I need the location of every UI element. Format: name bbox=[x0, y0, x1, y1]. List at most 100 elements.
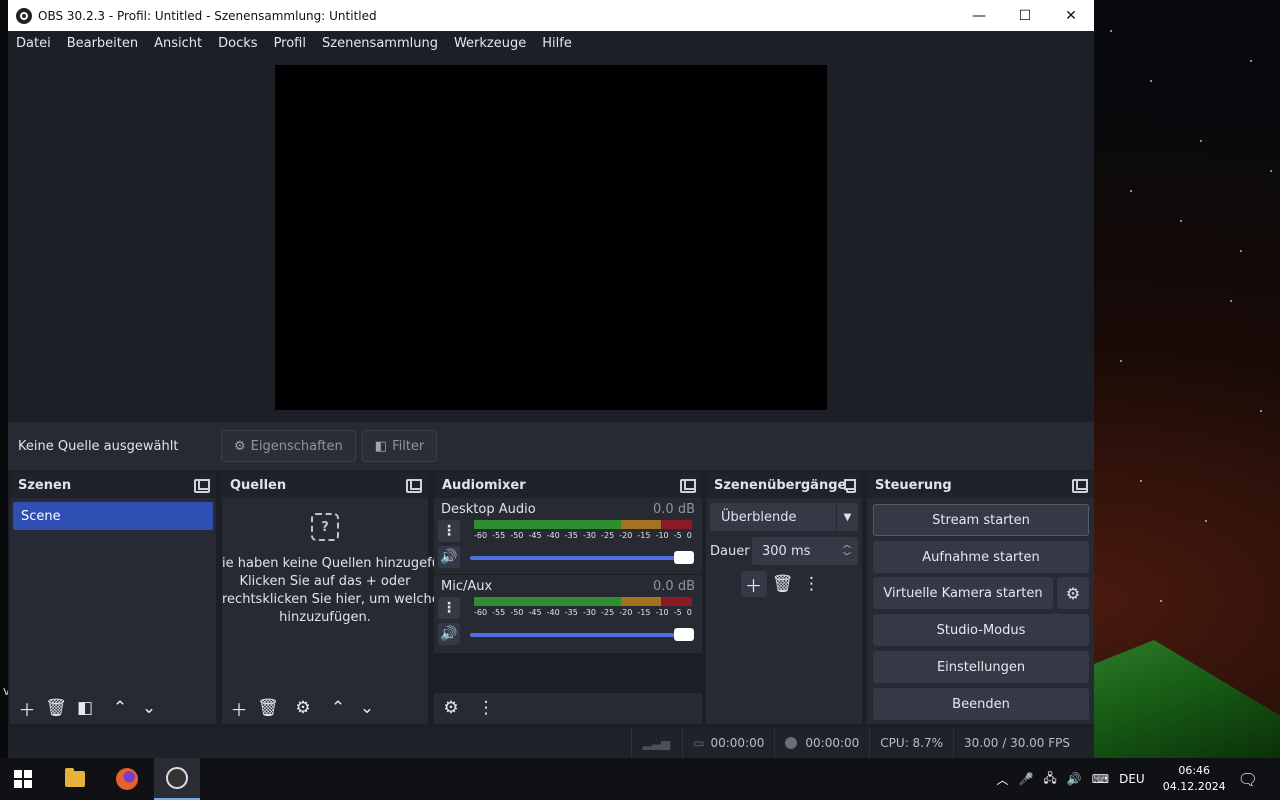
controls-dock: Steuerung Stream starten Aufnahme starte… bbox=[867, 473, 1094, 724]
scenes-header: Szenen bbox=[10, 473, 216, 498]
menu-profil[interactable]: Profil bbox=[274, 36, 306, 51]
minimize-button[interactable]: — bbox=[956, 0, 1002, 31]
scenes-title: Szenen bbox=[18, 478, 72, 493]
menu-datei[interactable]: Datei bbox=[16, 36, 51, 51]
maximize-button[interactable]: ☐ bbox=[1002, 0, 1048, 31]
cpu-usage: CPU: 8.7% bbox=[869, 728, 953, 758]
menu-ansicht[interactable]: Ansicht bbox=[154, 36, 202, 51]
start-virtual-camera-button[interactable]: Virtuelle Kamera starten bbox=[873, 577, 1053, 609]
undock-icon[interactable] bbox=[1072, 478, 1088, 493]
keyboard-icon[interactable]: ⌨ bbox=[1092, 772, 1109, 786]
move-down-button[interactable]: ⌄ bbox=[354, 695, 380, 721]
taskbar-explorer[interactable] bbox=[52, 758, 98, 800]
fps-display: 30.00 / 30.00 FPS bbox=[953, 728, 1080, 758]
start-recording-button[interactable]: Aufnahme starten bbox=[873, 541, 1089, 573]
filter-icon: ◧ bbox=[374, 438, 388, 454]
duration-label: Dauer bbox=[710, 543, 750, 559]
desktop-star bbox=[1200, 140, 1202, 142]
desktop-star bbox=[1250, 60, 1252, 62]
taskbar-firefox[interactable] bbox=[104, 758, 150, 800]
menu-szenensammlung[interactable]: Szenensammlung bbox=[322, 36, 438, 51]
advanced-audio-button[interactable]: ⚙ bbox=[438, 695, 464, 721]
scene-name: Scene bbox=[21, 508, 61, 524]
slider-handle[interactable] bbox=[674, 551, 694, 564]
speaker-icon[interactable]: 🔊 bbox=[438, 623, 460, 645]
duration-spinbox[interactable]: 300 ms ︿ ﹀ bbox=[752, 537, 858, 565]
channel-menu-button[interactable]: ⋮ bbox=[438, 597, 460, 619]
close-button[interactable]: ✕ bbox=[1048, 0, 1094, 31]
start-stream-button[interactable]: Stream starten bbox=[873, 504, 1089, 536]
channel-menu-button[interactable]: ⋮ bbox=[438, 520, 460, 542]
microphone-icon[interactable]: 🎤 bbox=[1018, 772, 1033, 786]
stream-icon: ▭ bbox=[693, 736, 705, 750]
volume-slider[interactable] bbox=[470, 628, 694, 641]
taskbar-obs[interactable] bbox=[154, 758, 200, 800]
channel-name: Mic/Aux bbox=[441, 579, 493, 594]
empty-sources-hint[interactable]: ? ie haben keine Quellen hinzugefüg Klic… bbox=[222, 513, 448, 627]
transitions-title: Szenenübergänge bbox=[714, 478, 847, 493]
hint-line-4: hinzuzufügen. bbox=[279, 610, 371, 625]
gear-icon: ⚙ bbox=[234, 438, 246, 454]
filters-button[interactable]: ◧ Filter bbox=[361, 430, 438, 462]
menu-docks[interactable]: Docks bbox=[218, 36, 257, 51]
speaker-icon[interactable]: 🔊 bbox=[438, 546, 460, 568]
menu-hilfe[interactable]: Hilfe bbox=[542, 36, 572, 51]
start-button[interactable] bbox=[0, 758, 46, 800]
menu-bar: Datei Bearbeiten Ansicht Docks Profil Sz… bbox=[8, 31, 1094, 55]
sources-title: Quellen bbox=[230, 478, 287, 493]
add-scene-button[interactable]: ＋ bbox=[14, 695, 40, 721]
menu-werkzeuge[interactable]: Werkzeuge bbox=[454, 36, 526, 51]
settings-button[interactable]: Einstellungen bbox=[873, 651, 1089, 683]
virtual-camera-settings-gear-icon[interactable]: ⚙ bbox=[1057, 577, 1089, 609]
obs-window: OBS 30.2.3 - Profil: Untitled - Szenensa… bbox=[8, 0, 1094, 758]
tray-chevron-up-icon[interactable]: ︿ bbox=[996, 771, 1008, 788]
obs-icon bbox=[166, 767, 188, 789]
desktop-star bbox=[1150, 80, 1152, 82]
spin-arrows-icon[interactable]: ︿ ﹀ bbox=[836, 539, 858, 563]
volume-icon[interactable]: 🔊 bbox=[1067, 772, 1082, 786]
audio-mixer-dock: Audiomixer Desktop Audio 0.0 dB ⋮ 🔊 -60-… bbox=[434, 473, 702, 724]
clock[interactable]: 06:46 04.12.2024 bbox=[1163, 763, 1226, 795]
move-down-button[interactable]: ⌄ bbox=[136, 695, 162, 721]
network-icon[interactable]: 🖧 bbox=[1043, 769, 1056, 790]
source-properties-button[interactable]: ⚙ bbox=[290, 695, 316, 721]
windows-taskbar: ︿ 🎤 🖧 🔊 ⌨ DEU 06:46 04.12.2024 🗨 bbox=[0, 758, 1280, 800]
source-toolbar: Keine Quelle ausgewählt ⚙ Eigenschaften … bbox=[8, 422, 1094, 470]
undock-icon[interactable] bbox=[844, 478, 856, 493]
remove-scene-button[interactable]: 🗑 bbox=[43, 695, 69, 721]
mixer-menu-button[interactable]: ⋮ bbox=[473, 695, 499, 721]
controls-title: Steuerung bbox=[875, 478, 952, 493]
scene-list-item[interactable]: Scene bbox=[13, 502, 213, 530]
slider-handle[interactable] bbox=[674, 628, 694, 641]
controls-header: Steuerung bbox=[867, 473, 1094, 498]
add-transition-button[interactable]: ＋ bbox=[740, 571, 767, 597]
volume-slider[interactable] bbox=[470, 551, 694, 564]
folder-icon bbox=[65, 768, 85, 787]
remove-transition-button[interactable]: 🗑 bbox=[770, 571, 796, 597]
hint-line-3: rechtsklicken Sie hier, um welche bbox=[222, 592, 440, 607]
move-up-button[interactable]: ⌃ bbox=[325, 695, 351, 721]
undock-icon[interactable] bbox=[680, 478, 696, 493]
move-up-button[interactable]: ⌃ bbox=[107, 695, 133, 721]
undock-icon[interactable] bbox=[406, 478, 422, 493]
hint-line-2: Klicken Sie auf das + oder bbox=[239, 574, 411, 589]
menu-bearbeiten[interactable]: Bearbeiten bbox=[67, 36, 138, 51]
desktop-star bbox=[1180, 220, 1182, 222]
channel-name: Desktop Audio bbox=[441, 502, 536, 517]
desktop-star bbox=[1270, 170, 1272, 172]
transition-select[interactable]: Überblende ▼ bbox=[710, 503, 858, 531]
exit-button[interactable]: Beenden bbox=[873, 688, 1089, 720]
studio-mode-button[interactable]: Studio-Modus bbox=[873, 614, 1089, 646]
notification-icon[interactable]: 🗨 bbox=[1238, 770, 1258, 789]
properties-button[interactable]: ⚙ Eigenschaften bbox=[221, 430, 356, 462]
channel-db: 0.0 dB bbox=[653, 579, 695, 594]
desktop-star bbox=[1160, 600, 1162, 602]
scene-filter-button[interactable]: ◧ bbox=[72, 695, 98, 721]
remove-source-button[interactable]: 🗑 bbox=[255, 695, 281, 721]
language-indicator[interactable]: DEU bbox=[1119, 772, 1145, 786]
add-source-button[interactable]: ＋ bbox=[226, 695, 252, 721]
undock-icon[interactable] bbox=[194, 478, 210, 493]
transition-menu-button[interactable]: ⋮ bbox=[799, 571, 825, 597]
clock-time: 06:46 bbox=[1178, 764, 1211, 777]
preview-canvas[interactable] bbox=[275, 65, 827, 410]
